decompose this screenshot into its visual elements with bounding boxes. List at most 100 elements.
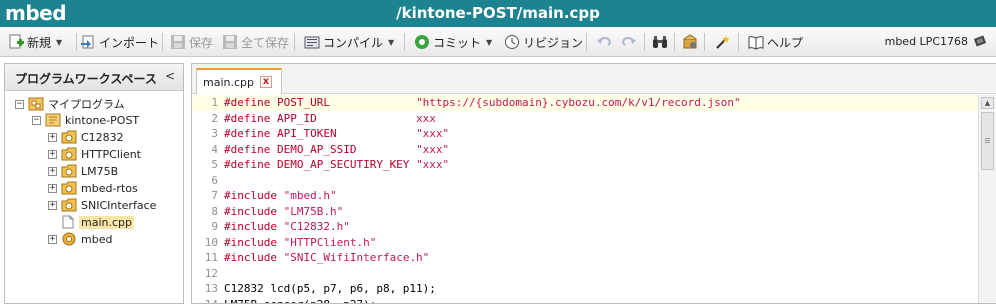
- expand-icon[interactable]: +: [48, 132, 57, 142]
- scrollbar-thumb[interactable]: [981, 112, 994, 170]
- revision-label: リビジョン: [523, 35, 584, 50]
- code-line[interactable]: 7 #include "mbed.h": [192, 188, 978, 204]
- code-text: #define APP_ID xxx: [224, 112, 436, 125]
- code-line[interactable]: 14LM75B sensor(p28, p27);: [192, 297, 978, 303]
- code-line[interactable]: 12: [192, 266, 978, 282]
- library-folder-icon: [61, 181, 77, 195]
- code-line[interactable]: 1 #define POST_URL "https://{subdomain}.c…: [192, 95, 978, 111]
- toolbar-divider: [674, 33, 675, 51]
- code-text: C12832 lcd(p5, p7, p6, p8, p11);: [224, 282, 436, 296]
- expand-icon[interactable]: +: [48, 166, 57, 176]
- preprocessor-token: #include: [224, 235, 284, 249]
- code-text: #include "LM75B.h": [224, 205, 343, 218]
- preprocessor-token: #include: [224, 251, 284, 265]
- help-button[interactable]: ヘルプ: [748, 32, 803, 52]
- tree-item[interactable]: + HTTPClient: [48, 146, 141, 162]
- line-number: 4: [211, 142, 218, 156]
- collapse-icon[interactable]: −: [15, 99, 24, 109]
- preprocessor-token: #define APP_ID: [224, 111, 417, 125]
- code-line[interactable]: 6: [192, 173, 978, 189]
- import-button[interactable]: インポート: [80, 32, 159, 52]
- compile-button[interactable]: コンパイル ▼: [304, 32, 394, 52]
- tree-item[interactable]: + LM75B: [48, 163, 118, 179]
- vertical-scrollbar[interactable]: ▲: [978, 95, 996, 303]
- chevron-down-icon[interactable]: ▼: [486, 38, 492, 47]
- code-text: #define DEMO_AP_SSID "xxx": [224, 143, 449, 156]
- expand-icon[interactable]: +: [48, 149, 57, 159]
- scroll-up-icon[interactable]: ▲: [981, 97, 994, 109]
- tree-item[interactable]: + SNICInterface: [48, 197, 156, 213]
- string-token: "HTTPClient.h": [283, 235, 377, 249]
- tree-item-selected[interactable]: main.cpp: [61, 214, 134, 230]
- tab-main-cpp[interactable]: main.cpp x: [196, 68, 282, 94]
- line-number: 10: [204, 235, 218, 249]
- code-text: #define DEMO_AP_SECUTIRY_KEY "xxx": [224, 158, 449, 171]
- line-number: 13: [204, 282, 218, 296]
- commit-icon: [414, 34, 430, 50]
- workspace-icon: [28, 97, 44, 111]
- workspace-title: プログラムワークスペース: [15, 72, 157, 86]
- code-line[interactable]: 13 C12832 lcd(p5, p7, p6, p8, p11);: [192, 281, 978, 297]
- expand-icon[interactable]: +: [48, 183, 57, 193]
- find-button[interactable]: [652, 32, 671, 52]
- tab-label: main.cpp: [203, 75, 254, 89]
- undo-icon: [596, 34, 612, 50]
- tree-program[interactable]: − kintone-POST: [32, 112, 139, 128]
- tree-item[interactable]: + C12832: [48, 129, 124, 145]
- code-line[interactable]: 8 #include "LM75B.h": [192, 204, 978, 220]
- close-icon[interactable]: x: [260, 76, 272, 88]
- new-file-icon: [8, 34, 24, 50]
- redo-button[interactable]: [621, 32, 640, 52]
- toolbar-divider: [586, 33, 587, 51]
- program-icon: [45, 113, 61, 127]
- string-token: "SNIC_WifiInterface.h": [283, 251, 430, 265]
- save-all-button[interactable]: 全て保存: [222, 32, 289, 52]
- code-line[interactable]: 11 #include "SNIC_WifiInterface.h": [192, 250, 978, 266]
- string-token: "xxx": [416, 127, 450, 141]
- grip-line: [985, 142, 990, 143]
- code-line[interactable]: 9 #include "C12832.h": [192, 219, 978, 235]
- expand-icon[interactable]: +: [48, 200, 57, 210]
- line-number: 12: [204, 266, 218, 280]
- tree-root[interactable]: − マイプログラム: [15, 96, 125, 112]
- chevron-down-icon[interactable]: ▼: [56, 38, 62, 47]
- code-line[interactable]: 4 #define DEMO_AP_SSID "xxx": [192, 142, 978, 158]
- tree-item[interactable]: + mbed: [48, 231, 112, 247]
- build-options-button[interactable]: [682, 32, 701, 52]
- code-editor[interactable]: 1 #define POST_URL "https://{subdomain}.c…: [192, 95, 978, 303]
- toolbar-divider: [294, 33, 295, 51]
- code-line[interactable]: 5 #define DEMO_AP_SECUTIRY_KEY "xxx": [192, 157, 978, 173]
- tree-item-label: main.cpp: [79, 215, 134, 229]
- collapse-panel-icon[interactable]: <: [165, 69, 175, 83]
- magic-wand-button[interactable]: [714, 32, 733, 52]
- string-token: "mbed.h": [283, 189, 337, 203]
- save-button[interactable]: 保存: [170, 32, 213, 52]
- workspace-panel: プログラムワークスペース < − マイプログラム − kintone-POST …: [4, 63, 184, 304]
- code-line[interactable]: 10 #include "HTTPClient.h": [192, 235, 978, 251]
- import-label: インポート: [99, 35, 160, 50]
- undo-button[interactable]: [596, 32, 615, 52]
- tree-item-label: mbed: [81, 232, 113, 246]
- library-folder-icon: [61, 130, 77, 144]
- device-selector[interactable]: mbed LPC1768: [885, 33, 988, 49]
- preprocessor-token: #include: [224, 220, 284, 234]
- expand-icon[interactable]: +: [48, 234, 57, 244]
- tree-item-label: C12832: [81, 130, 124, 144]
- workspace-header: プログラムワークスペース <: [5, 64, 183, 91]
- code-text: #include "mbed.h": [224, 189, 337, 202]
- chevron-down-icon[interactable]: ▼: [388, 38, 394, 47]
- collapse-icon[interactable]: −: [32, 115, 41, 125]
- revision-button[interactable]: リビジョン: [504, 32, 583, 52]
- string-token: xxx: [416, 111, 436, 125]
- code-line[interactable]: 2 #define APP_ID xxx: [192, 111, 978, 127]
- code-line[interactable]: 3 #define API_TOKEN "xxx": [192, 126, 978, 142]
- line-number: 8: [211, 204, 218, 218]
- commit-button[interactable]: コミット ▼: [414, 32, 492, 52]
- line-number: 3: [211, 127, 218, 141]
- editor-panel: main.cpp x 1 #define POST_URL "https://{s…: [191, 63, 996, 304]
- string-token: "https://{subdomain}.cybozu.com/k/v1/rec…: [416, 96, 741, 110]
- save-all-icon: [222, 34, 238, 50]
- new-button[interactable]: 新規 ▼: [8, 32, 62, 52]
- tree-item[interactable]: + mbed-rtos: [48, 180, 138, 196]
- code-text: #define API_TOKEN "xxx": [224, 127, 449, 140]
